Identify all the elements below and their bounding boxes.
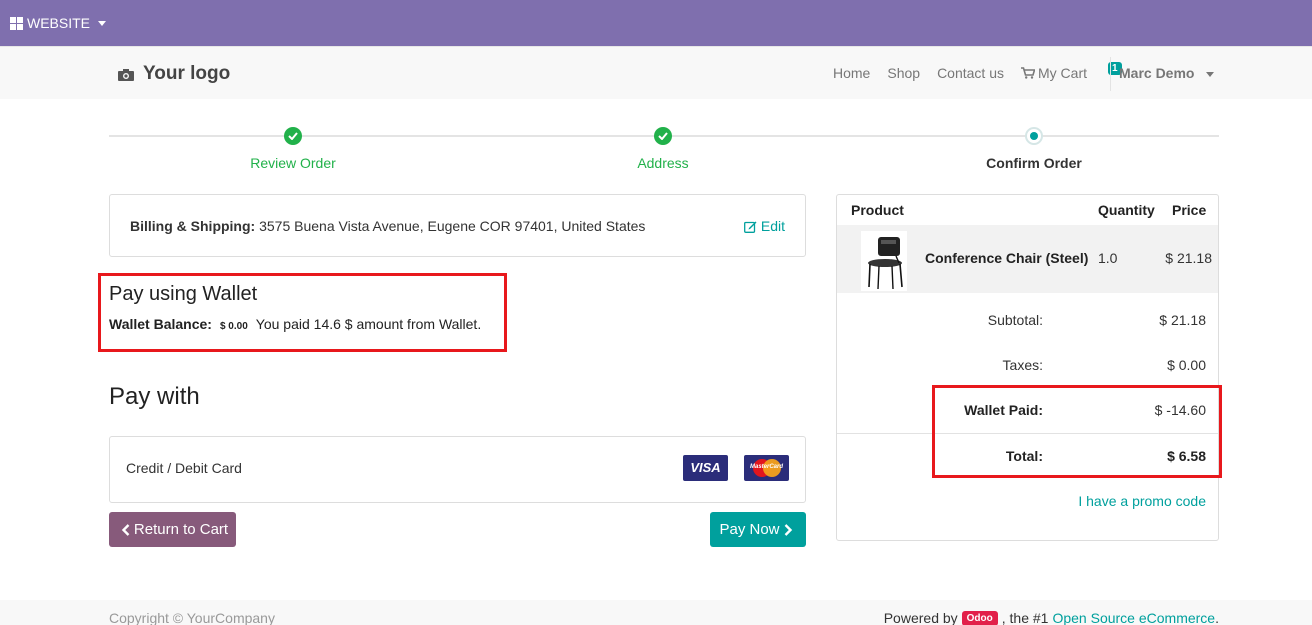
header-product: Product — [851, 202, 904, 218]
billing-address-text: Billing & Shipping: 3575 Buena Vista Ave… — [130, 218, 645, 234]
site-logo[interactable]: Your logo — [118, 63, 230, 85]
user-menu[interactable]: Marc Demo — [1119, 65, 1215, 81]
order-summary-panel: Product Quantity Price Conference Chair … — [836, 194, 1219, 541]
step-done-check-icon — [284, 127, 302, 145]
powered-by-suffix: , the #1 — [1001, 610, 1049, 625]
powered-by-period: . — [1215, 610, 1219, 625]
logo-text: Your logo — [143, 63, 231, 84]
edit-label: Edit — [760, 218, 785, 234]
camera-icon — [118, 68, 134, 81]
wallet-total-highlight-box — [932, 385, 1222, 478]
caret-down-icon — [98, 20, 107, 26]
promo-code-link[interactable]: I have a promo code — [1078, 493, 1206, 509]
billing-label: Billing & Shipping: — [130, 218, 256, 234]
billing-address: 3575 Buena Vista Avenue, Eugene COR 9740… — [259, 218, 646, 234]
payment-method-label: Credit / Debit Card — [126, 460, 242, 476]
taxes-label: Taxes: — [1002, 357, 1043, 373]
billing-shipping-panel: Billing & Shipping: 3575 Buena Vista Ave… — [109, 194, 806, 257]
nav-home[interactable]: Home — [833, 65, 870, 81]
order-line-row: Conference Chair (Steel) 1.0 $ 21.18 — [837, 225, 1218, 293]
mastercard-icon: MasterCard — [744, 455, 789, 481]
product-quantity: 1.0 — [1098, 250, 1118, 266]
wallet-message: You paid 14.6 $ amount from Wallet. — [255, 316, 482, 332]
page-footer: Copyright © YourCompany Powered by Odoo … — [0, 600, 1312, 625]
grid-icon — [10, 16, 23, 30]
wallet-balance-label: Wallet Balance: — [109, 316, 212, 332]
cart-label: My Cart — [1038, 65, 1087, 81]
edit-icon — [743, 221, 757, 233]
odoo-badge[interactable]: Odoo — [961, 610, 998, 625]
nav-shop[interactable]: Shop — [887, 65, 920, 81]
open-source-ecommerce-link[interactable]: Open Source eCommerce — [1052, 610, 1215, 625]
product-name[interactable]: Conference Chair (Steel) — [925, 250, 1088, 266]
chevron-right-icon — [784, 523, 792, 536]
copyright-text: Copyright © YourCompany — [109, 610, 275, 625]
wallet-balance-line: Wallet Balance: $ 0.00 You paid 14.6 $ a… — [109, 316, 481, 332]
nav-contact[interactable]: Contact us — [937, 65, 1004, 81]
product-price: $ 21.18 — [1165, 250, 1212, 266]
pay-now-button[interactable]: Pay Now — [710, 512, 806, 547]
nav-divider — [1110, 57, 1111, 91]
taxes-value: $ 0.00 — [1167, 357, 1206, 373]
chair-product-icon — [861, 231, 907, 291]
mastercard-text: MasterCard — [749, 464, 783, 470]
step-review-order[interactable]: Review Order — [193, 155, 393, 171]
powered-by: Powered by Odoo , the #1 Open Source eCo… — [884, 610, 1219, 625]
powered-by-label: Powered by — [883, 610, 958, 625]
chevron-left-icon — [121, 523, 130, 536]
step-confirm-order: Confirm Order — [986, 155, 1082, 171]
user-name: Marc Demo — [1119, 65, 1195, 81]
cart-icon — [1021, 67, 1035, 79]
subtotal-label: Subtotal: — [987, 312, 1043, 328]
website-menu[interactable]: WEBSITE — [10, 15, 107, 31]
header-price: Price — [1172, 202, 1207, 218]
edit-address-link[interactable]: Edit — [743, 218, 785, 234]
visa-icon: VISA — [683, 455, 728, 481]
step-done-check-icon — [654, 127, 672, 145]
subtotal-value: $ 21.18 — [1159, 312, 1206, 328]
admin-topbar: WEBSITE — [0, 0, 1312, 46]
pay-now-label: Pay Now — [719, 521, 780, 538]
payment-method-option[interactable]: Credit / Debit Card VISA MasterCard — [109, 436, 806, 503]
pay-with-title: Pay with — [109, 383, 200, 410]
return-to-cart-button[interactable]: Return to Cart — [109, 512, 236, 547]
wallet-balance-value: $ 0.00 — [219, 321, 248, 332]
wallet-title: Pay using Wallet — [109, 283, 258, 305]
caret-down-icon — [1206, 71, 1215, 77]
return-to-cart-label: Return to Cart — [133, 521, 229, 538]
step-address[interactable]: Address — [563, 155, 763, 171]
main-navbar: Your logo Home Shop Contact us My Cart 1… — [0, 46, 1312, 99]
header-quantity: Quantity — [1098, 202, 1155, 218]
step-current-dot-icon — [1025, 127, 1043, 145]
website-menu-label: WEBSITE — [27, 15, 91, 31]
